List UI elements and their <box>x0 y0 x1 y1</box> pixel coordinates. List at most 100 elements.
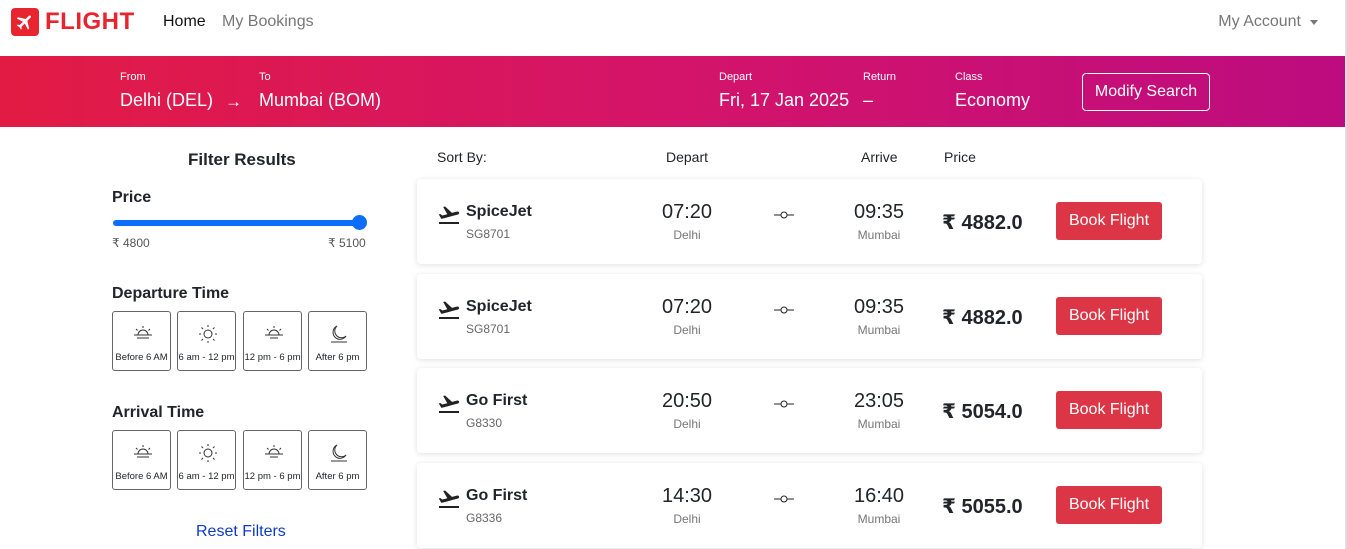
return-label: Return <box>863 71 897 83</box>
airline-name: SpiceJet <box>466 298 532 315</box>
depart-value: Fri, 17 Jan 2025 <box>719 90 850 110</box>
arrival-before-6am-option[interactable]: Before 6 AM <box>112 430 171 490</box>
from-value: Delhi (DEL) <box>120 90 214 110</box>
reset-filters-link[interactable]: Reset Filters <box>196 523 286 541</box>
departure-time: 07:20 <box>661 201 713 223</box>
book-flight-button[interactable]: Book Flight <box>1056 486 1162 524</box>
route-connector-icon <box>774 306 794 314</box>
time-option-label: 6 am - 12 pm <box>178 352 235 363</box>
price-slider-track[interactable] <box>113 220 363 226</box>
arrival-6am-12pm-option[interactable]: 6 am - 12 pm <box>177 430 236 490</box>
flight-price: ₹ 5054.0 <box>942 401 1023 423</box>
brand-name: FLIGHT <box>45 8 135 35</box>
departure-after-6pm-option[interactable]: After 6 pm <box>308 311 367 371</box>
moon-icon <box>331 444 347 462</box>
filter-title: Filter Results <box>188 150 296 169</box>
time-option-label: 6 am - 12 pm <box>178 471 235 482</box>
arrival-city: Mumbai <box>857 417 901 431</box>
takeoff-plane-icon <box>438 490 460 508</box>
flight-card: SpiceJet SG8701 07:20 Delhi 09:35 Mumbai… <box>417 179 1202 264</box>
class-label: Class <box>955 71 983 83</box>
modify-search-button[interactable]: Modify Search <box>1082 73 1210 111</box>
sun-icon <box>199 325 217 343</box>
class-value: Economy <box>955 90 1031 110</box>
flight-price: ₹ 5055.0 <box>942 496 1023 518</box>
arrival-time: 09:35 <box>853 201 905 223</box>
departure-city: Delhi <box>673 228 701 242</box>
flight-card: Go First G8330 20:50 Delhi 23:05 Mumbai … <box>417 368 1202 453</box>
plane-logo-icon <box>11 8 39 36</box>
depart-label: Depart <box>719 71 753 83</box>
arrow-right-icon: → <box>225 92 242 111</box>
account-label: My Account <box>1218 13 1301 30</box>
caret-down-icon <box>1310 19 1318 25</box>
flight-code: G8330 <box>466 416 503 430</box>
price-min-value: ₹ 4800 <box>112 236 150 250</box>
flight-code: SG8701 <box>466 227 511 241</box>
departure-12pm-6pm-option[interactable]: 12 pm - 6 pm <box>243 311 302 371</box>
price-filter-label: Price <box>112 189 152 206</box>
airline-name: Go First <box>466 392 528 409</box>
departure-6am-12pm-option[interactable]: 6 am - 12 pm <box>177 311 236 371</box>
sort-price[interactable]: Price <box>944 149 976 165</box>
departure-city: Delhi <box>673 323 701 337</box>
takeoff-plane-icon <box>438 301 460 319</box>
arrival-time: 16:40 <box>853 485 905 507</box>
sunset-icon <box>265 445 283 458</box>
nav-bookings-link[interactable]: My Bookings <box>222 13 314 31</box>
arrival-time-label: Arrival Time <box>112 404 205 421</box>
price-max-value: ₹ 5100 <box>328 236 366 250</box>
search-summary-banner: From Delhi (DEL) → To Mumbai (BOM) Depar… <box>0 56 1345 127</box>
departure-time: 20:50 <box>661 390 713 412</box>
sunset-icon <box>265 326 283 339</box>
sort-arrive[interactable]: Arrive <box>861 149 898 165</box>
to-label: To <box>259 71 271 83</box>
flight-price: ₹ 4882.0 <box>942 212 1023 234</box>
takeoff-plane-icon <box>438 395 460 413</box>
departure-before-6am-option[interactable]: Before 6 AM <box>112 311 171 371</box>
departure-city: Delhi <box>673 512 701 526</box>
flight-card: Go First G8336 14:30 Delhi 16:40 Mumbai … <box>417 463 1202 548</box>
price-slider-handle[interactable] <box>352 215 367 230</box>
takeoff-plane-icon <box>438 206 460 224</box>
flight-code: SG8701 <box>466 322 511 336</box>
nav-home-link[interactable]: Home <box>163 13 206 31</box>
route-connector-icon <box>774 400 794 408</box>
book-flight-button[interactable]: Book Flight <box>1056 391 1162 429</box>
sunrise-icon <box>134 445 152 458</box>
arrival-time: 09:35 <box>853 296 905 318</box>
departure-city: Delhi <box>673 417 701 431</box>
sunrise-icon <box>134 326 152 339</box>
arrival-after-6pm-option[interactable]: After 6 pm <box>308 430 367 490</box>
flight-card: SpiceJet SG8701 07:20 Delhi 09:35 Mumbai… <box>417 274 1202 359</box>
time-option-label: 12 pm - 6 pm <box>244 471 301 482</box>
flight-code: G8336 <box>466 511 503 525</box>
arrival-city: Mumbai <box>857 512 901 526</box>
departure-time-label: Departure Time <box>112 285 230 302</box>
account-dropdown[interactable]: My Account <box>1218 13 1318 31</box>
time-option-label: Before 6 AM <box>115 352 168 363</box>
arrival-city: Mumbai <box>857 228 901 242</box>
moon-icon <box>331 325 347 343</box>
flight-price: ₹ 4882.0 <box>942 307 1023 329</box>
departure-time: 07:20 <box>661 296 713 318</box>
time-option-label: 12 pm - 6 pm <box>244 352 301 363</box>
arrival-12pm-6pm-option[interactable]: 12 pm - 6 pm <box>243 430 302 490</box>
route-connector-icon <box>774 495 794 503</box>
airline-name: Go First <box>466 487 528 504</box>
sun-icon <box>199 444 217 462</box>
arrival-time: 23:05 <box>853 390 905 412</box>
time-option-label: After 6 pm <box>315 471 360 482</box>
to-value: Mumbai (BOM) <box>259 90 382 110</box>
time-option-label: After 6 pm <box>315 352 360 363</box>
brand[interactable]: FLIGHT <box>11 8 135 36</box>
return-value: – <box>863 90 874 110</box>
from-label: From <box>120 71 146 83</box>
arrival-city: Mumbai <box>857 323 901 337</box>
sort-by-label: Sort By: <box>437 149 487 165</box>
book-flight-button[interactable]: Book Flight <box>1056 297 1162 335</box>
departure-time: 14:30 <box>661 485 713 507</box>
sort-depart[interactable]: Depart <box>666 149 708 165</box>
top-navbar: FLIGHT Home My Bookings My Account <box>0 0 1347 56</box>
book-flight-button[interactable]: Book Flight <box>1056 202 1162 240</box>
